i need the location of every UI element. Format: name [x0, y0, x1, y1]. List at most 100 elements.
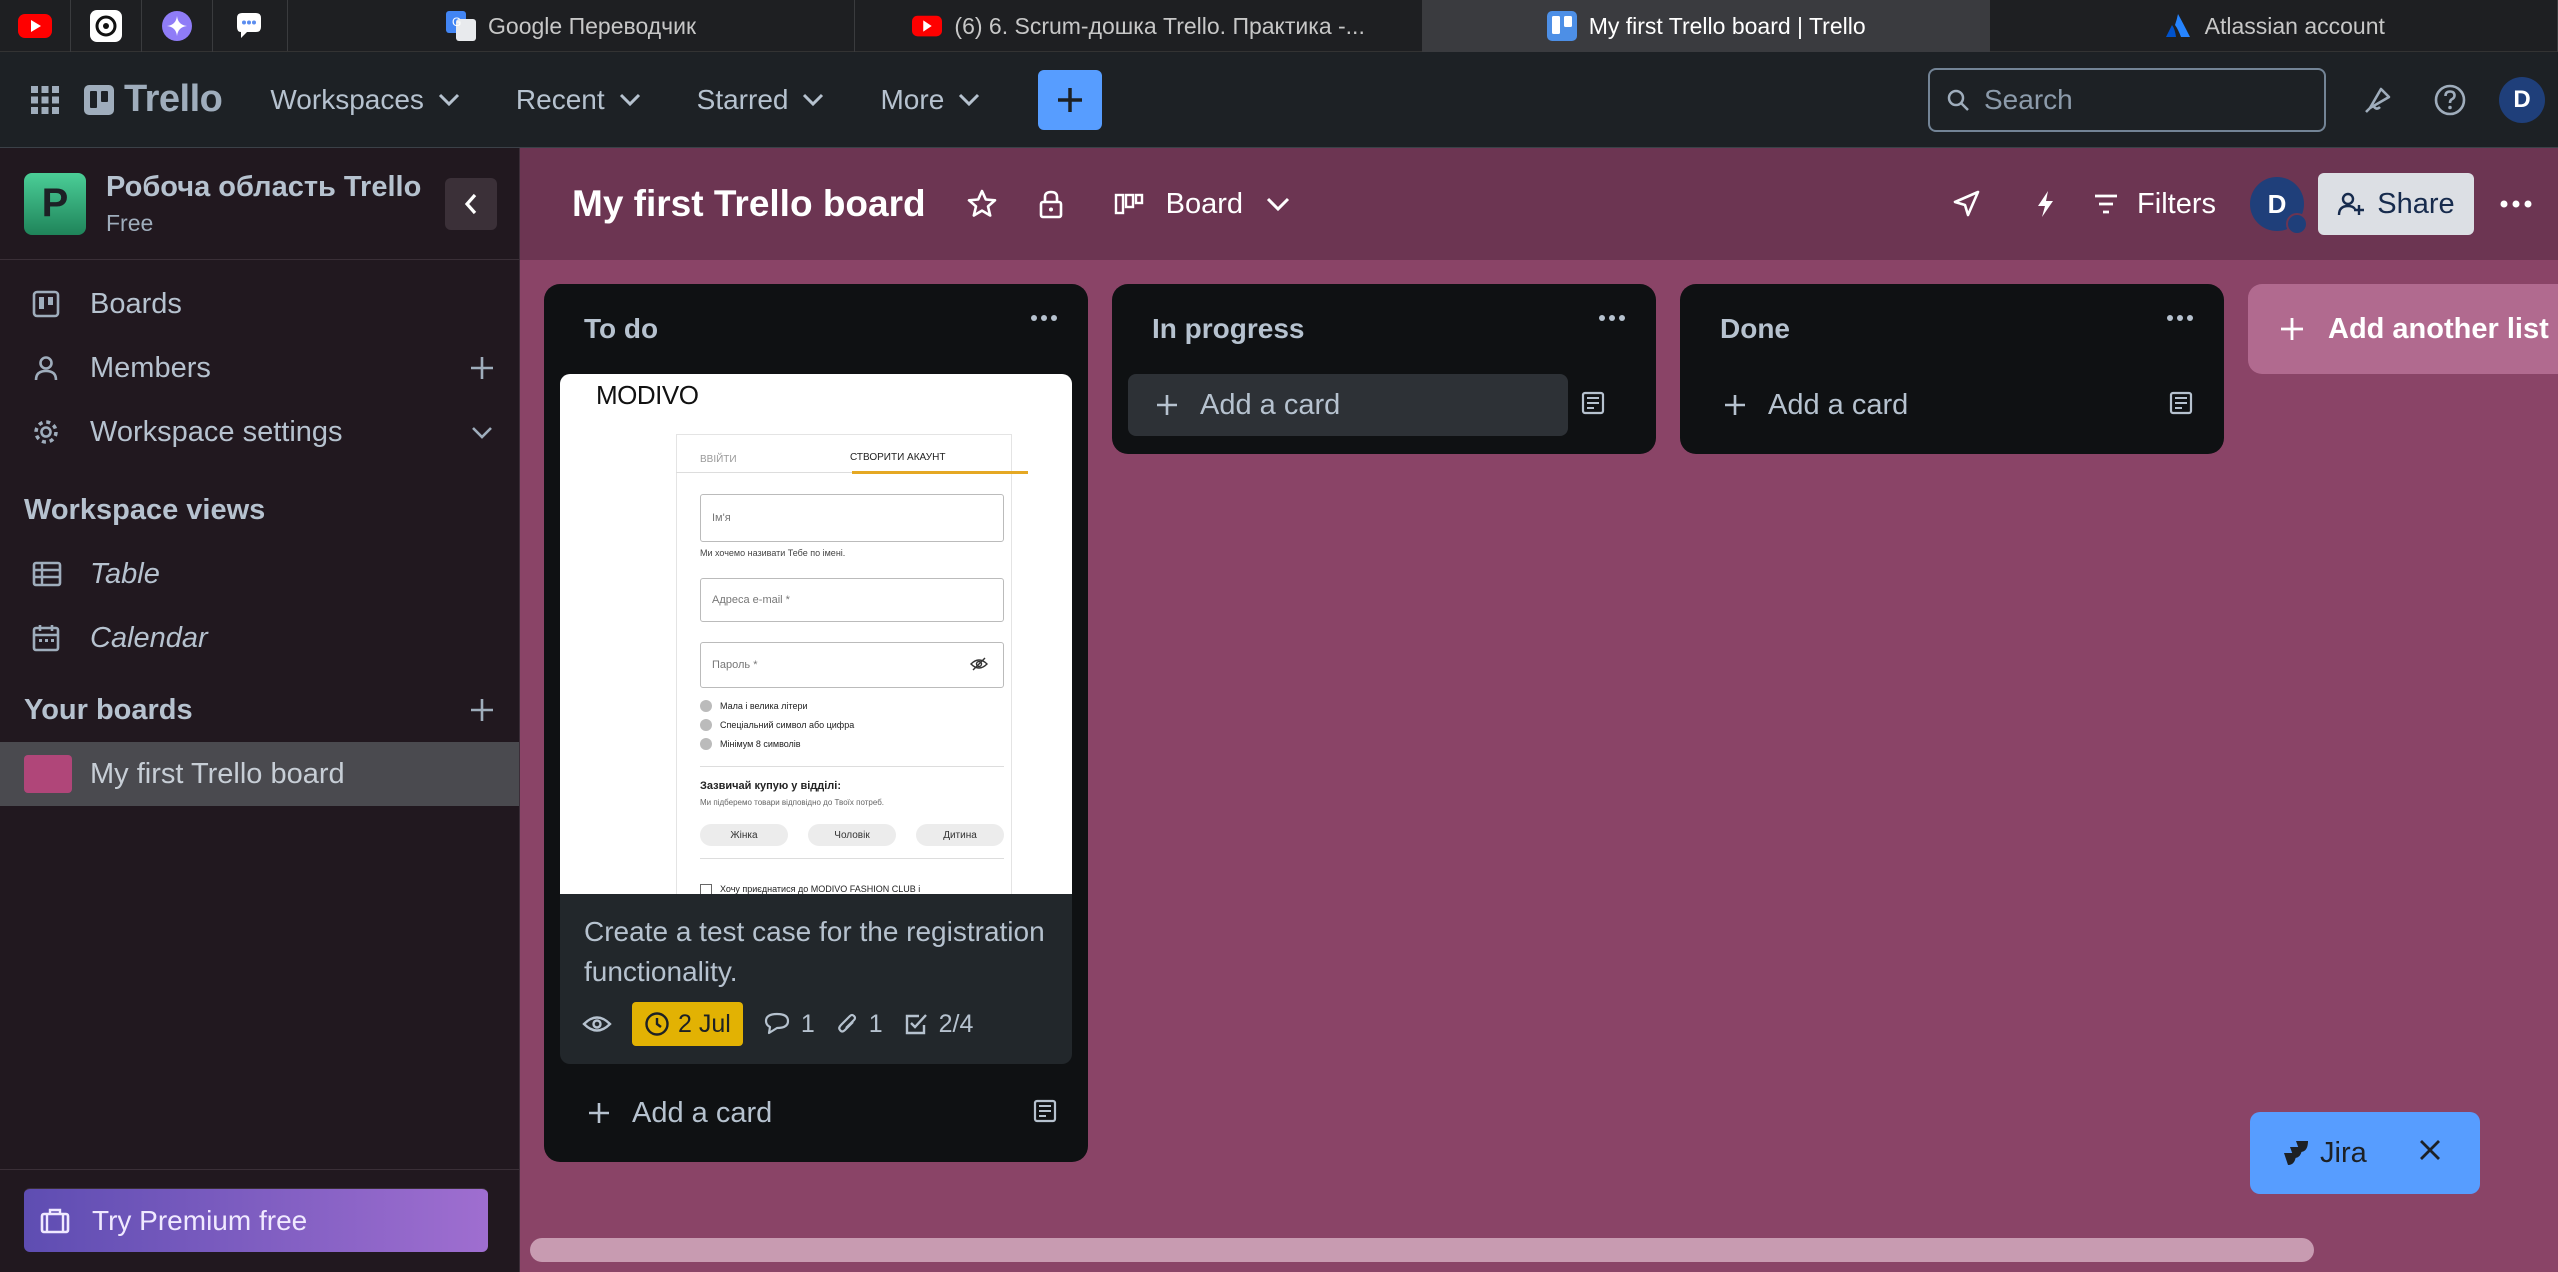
sidebar: P Робоча область Trello Free Boards Memb… [0, 148, 520, 1272]
watching-badge [582, 1013, 612, 1035]
rule-item: Мінімум 8 символів [700, 734, 854, 753]
workspace-name[interactable]: Робоча область Trello [106, 171, 421, 204]
sidebar-board-item[interactable]: My first Trello board [0, 742, 519, 806]
pinned-tab-chat[interactable] [213, 0, 284, 52]
menu-more[interactable]: More [880, 84, 980, 116]
share-button[interactable]: Share [2318, 173, 2474, 235]
option-pill: Дитина [916, 824, 1004, 846]
checkbox-icon [700, 884, 712, 894]
card-template-icon[interactable] [2168, 390, 2194, 416]
add-list-button[interactable]: Add another list [2248, 284, 2558, 374]
workspace-info: Робоча область Trello Free [106, 171, 421, 237]
tab-trello-board[interactable]: My first Trello board | Trello [1422, 0, 1991, 52]
section-title: Зазвичай купую у відділі: [700, 780, 842, 792]
trello-logo[interactable]: Trello [84, 78, 223, 121]
board-menu-icon[interactable] [2474, 200, 2558, 208]
star-icon[interactable] [966, 188, 998, 220]
list-title[interactable]: In progress [1152, 313, 1304, 345]
comments-badge: 1 [763, 1010, 815, 1039]
board-title[interactable]: My first Trello board [572, 183, 926, 225]
visibility-lock-icon[interactable] [1038, 189, 1064, 219]
power-ups-icon[interactable] [1951, 189, 1981, 219]
list-header[interactable]: Done [1680, 284, 2224, 374]
list-title[interactable]: Done [1720, 313, 1790, 345]
pinned-tab-chatgpt[interactable] [71, 0, 142, 52]
due-date-badge[interactable]: 2 Jul [632, 1002, 743, 1046]
sidebar-item-calendar[interactable]: Calendar [0, 606, 519, 670]
login-tab: ВВІЙТИ [700, 454, 737, 465]
section-hint: Ми підберемо товари відповідно до Твоїх … [700, 798, 884, 807]
add-member-icon[interactable] [467, 353, 497, 383]
board-name: My first Trello board [90, 757, 345, 790]
divider [676, 472, 852, 473]
card[interactable]: MODIVO ВВІЙТИ СТВОРИТИ АКАУНТ Ім'я Ми хо… [560, 374, 1072, 1064]
try-premium-button[interactable]: Try Premium free [24, 1188, 488, 1252]
name-field [700, 494, 1004, 542]
list-done: Done Add a card [1680, 284, 2224, 454]
check-icon [700, 699, 712, 712]
sidebar-item-boards[interactable]: Boards [0, 272, 519, 336]
chatgpt-icon [90, 9, 122, 42]
menu-workspaces[interactable]: Workspaces [270, 84, 460, 116]
search-box[interactable] [1928, 68, 2326, 132]
filters-button[interactable]: Filters [2093, 188, 2216, 221]
account-button[interactable]: D [2486, 52, 2558, 148]
create-button[interactable] [1038, 69, 1103, 130]
briefcase-icon [40, 1208, 70, 1233]
board-horizontal-scrollbar[interactable] [530, 1238, 2314, 1262]
notification-icon [2365, 87, 2391, 113]
automation-icon[interactable] [2033, 189, 2057, 219]
card-template-icon[interactable] [1580, 390, 1606, 416]
card-badges: 2 Jul 1 1 2/4 [560, 1002, 1072, 1064]
app-switcher-icon[interactable] [30, 85, 60, 115]
list-menu-icon[interactable] [1598, 314, 1626, 322]
list-header[interactable]: In progress [1112, 284, 1656, 374]
menu-recent[interactable]: Recent [516, 84, 641, 116]
board-color-swatch [24, 755, 72, 793]
chevron-down-icon [438, 93, 459, 106]
tab-title: Atlassian account [2204, 12, 2385, 39]
sidebar-item-label: Calendar [90, 621, 208, 654]
tab-title: Google Переводчик [488, 12, 697, 39]
sidebar-item-members[interactable]: Members [0, 336, 519, 400]
add-person-icon [2338, 192, 2365, 216]
list-todo: To do MODIVO ВВІЙТИ СТВОРИТИ АКАУНТ Ім'я… [544, 284, 1088, 1162]
jira-popup[interactable]: Jira [2250, 1112, 2480, 1194]
card-title: Create a test case for the registration … [584, 916, 1045, 987]
chevron-down-icon [1266, 197, 1290, 212]
tab-youtube-video[interactable]: (6) 6. Scrum-дошка Trello. Практика -... [855, 0, 1423, 52]
menu-starred[interactable]: Starred [697, 84, 825, 116]
tab-title: (6) 6. Scrum-дошка Trello. Практика -... [954, 12, 1365, 39]
gemini-icon [162, 10, 192, 41]
notifications-button[interactable] [2342, 52, 2414, 148]
sidebar-item-workspace-settings[interactable]: Workspace settings [0, 400, 519, 464]
pinned-tab-gemini[interactable] [142, 0, 213, 52]
list-menu-icon[interactable] [2166, 314, 2194, 322]
view-switcher[interactable]: Board [1114, 188, 1291, 221]
workspace-header: P Робоча область Trello Free [0, 148, 519, 260]
tab-atlassian-account[interactable]: Atlassian account [1990, 0, 2558, 52]
add-card-button[interactable]: Add a card [1696, 374, 2208, 436]
board-member-avatar[interactable]: D [2250, 177, 2308, 235]
add-card-button[interactable]: Add a card [1128, 374, 1605, 436]
option-pill: Чоловік [808, 824, 896, 846]
list-title[interactable]: To do [584, 313, 658, 345]
google-translate-icon: G [446, 11, 477, 41]
help-button[interactable] [2414, 52, 2486, 148]
search-input[interactable] [1984, 84, 2304, 116]
card-template-icon[interactable] [1032, 1098, 1058, 1124]
chevron-down-icon[interactable] [467, 417, 497, 447]
eye-off-icon [970, 657, 988, 671]
tab-google-translate[interactable]: G Google Переводчик [288, 0, 856, 52]
close-icon[interactable] [2416, 1136, 2444, 1164]
list-header[interactable]: To do [544, 284, 1088, 374]
add-board-icon[interactable] [467, 695, 497, 725]
list-menu-icon[interactable] [1030, 314, 1058, 322]
sidebar-item-table[interactable]: Table [0, 542, 519, 606]
collapse-sidebar-button[interactable] [445, 178, 497, 230]
add-card-button[interactable]: Add a card [560, 1082, 1072, 1144]
svg-text:G: G [452, 15, 461, 29]
pinned-tab-youtube[interactable] [0, 0, 71, 52]
plus-icon [1157, 395, 1177, 415]
sidebar-item-label: Members [90, 351, 211, 384]
